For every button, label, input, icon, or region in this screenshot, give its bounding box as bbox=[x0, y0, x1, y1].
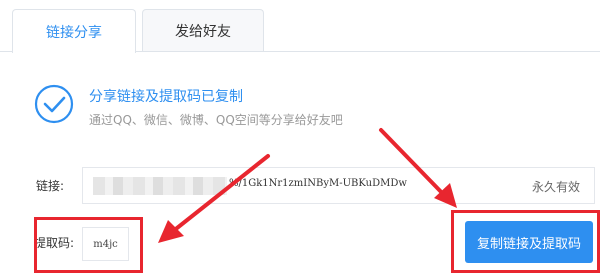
link-value: %/1Gk1Nr1zmINByM-UBKuDMDw bbox=[229, 178, 407, 189]
link-validity: 永久有效 bbox=[531, 180, 580, 194]
annotation-box-button bbox=[451, 210, 600, 273]
check-circle-icon bbox=[34, 84, 74, 124]
success-subtitle: 通过QQ、微信、微博、QQ空间等分享给好友吧 bbox=[89, 113, 343, 127]
success-title: 分享链接及提取码已复制 bbox=[89, 89, 243, 105]
tab-link-share[interactable]: 链接分享 bbox=[12, 9, 136, 53]
annotation-box-code bbox=[34, 217, 143, 273]
tab-bar: 链接分享 发给好友 bbox=[0, 0, 600, 53]
tab-send-to-friend[interactable]: 发给好友 bbox=[142, 9, 264, 51]
link-label: 链接: bbox=[36, 179, 65, 193]
tab-send-to-friend-label: 发给好友 bbox=[175, 23, 231, 40]
link-field[interactable]: %/1Gk1Nr1zmINByM-UBKuDMDw 永久有效 bbox=[82, 167, 595, 204]
link-redacted-area bbox=[93, 177, 227, 195]
tab-link-share-label: 链接分享 bbox=[46, 24, 102, 41]
